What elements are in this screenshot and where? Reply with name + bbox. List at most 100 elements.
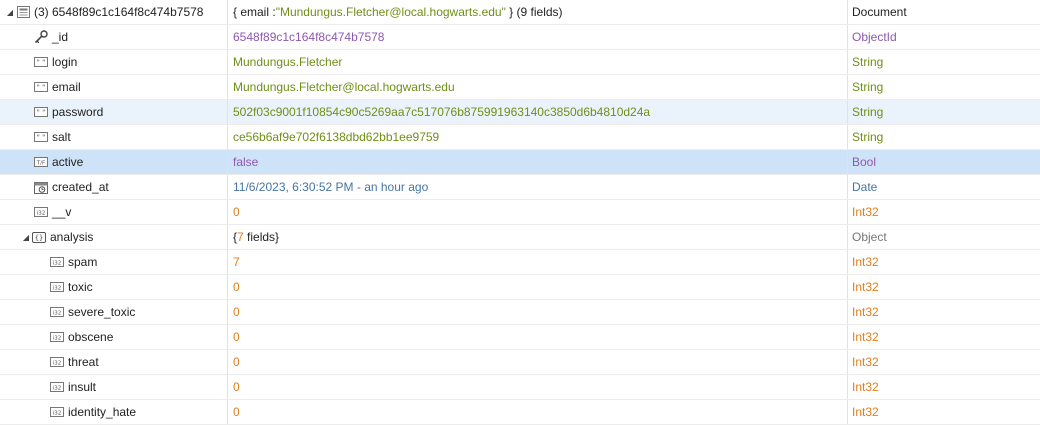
svg-text:" ": " ": [37, 134, 46, 142]
field-row-obscene[interactable]: i32 obscene 0 Int32: [0, 325, 1040, 350]
svg-text:T/F: T/F: [36, 160, 45, 166]
field-row-analysis[interactable]: ◢ {} analysis {7 fields} Object: [0, 225, 1040, 250]
field-value: 0: [233, 305, 240, 319]
field-type: Int32: [852, 305, 879, 319]
field-type: Int32: [852, 280, 879, 294]
int32-icon: i32: [50, 332, 64, 343]
field-key: active: [52, 155, 84, 169]
field-value: 0: [233, 280, 240, 294]
field-type: String: [852, 130, 884, 144]
field-type: Int32: [852, 205, 879, 219]
field-row-threat[interactable]: i32 threat 0 Int32: [0, 350, 1040, 375]
svg-text:i32: i32: [53, 410, 62, 416]
field-key: spam: [68, 255, 98, 269]
field-row-login[interactable]: " " login Mundungus.Fletcher String: [0, 50, 1040, 75]
field-value: 7: [233, 255, 240, 269]
field-type: Object: [852, 230, 887, 244]
field-key: _id: [52, 30, 69, 44]
field-key: email: [52, 80, 81, 94]
field-type: Int32: [852, 380, 879, 394]
svg-text:i32: i32: [37, 210, 46, 216]
field-value: 0: [233, 330, 240, 344]
object-summary-close: fields}: [243, 230, 280, 244]
int32-icon: i32: [50, 307, 64, 318]
field-type: Bool: [852, 155, 877, 169]
document-summary-prefix: { email :: [233, 5, 276, 19]
field-value: 0: [233, 380, 240, 394]
field-type: Int32: [852, 405, 879, 419]
date-icon: [34, 181, 48, 194]
field-type: ObjectId: [852, 30, 897, 44]
svg-text:i32: i32: [53, 335, 62, 341]
field-value: Mundungus.Fletcher@local.hogwarts.edu: [233, 80, 455, 94]
string-icon: " ": [34, 132, 48, 143]
object-icon: {}: [32, 231, 46, 243]
collapse-triangle-icon[interactable]: ◢: [20, 233, 32, 242]
document-summary-suffix: } (9 fields): [505, 5, 563, 19]
field-key: threat: [68, 355, 99, 369]
field-value: 0: [233, 355, 240, 369]
string-icon: " ": [34, 82, 48, 93]
document-key: (3) 6548f89c1c164f8c474b7578: [34, 5, 204, 19]
svg-text:{}: {}: [35, 234, 43, 242]
field-row-v[interactable]: i32 __v 0 Int32: [0, 200, 1040, 225]
document-tree-view: ◢ (3) 6548f89c1c164f8c474b7578 { email :…: [0, 0, 1040, 425]
field-key: login: [52, 55, 78, 69]
field-row-spam[interactable]: i32 spam 7 Int32: [0, 250, 1040, 275]
field-key: insult: [68, 380, 97, 394]
string-icon: " ": [34, 57, 48, 68]
field-type: Int32: [852, 330, 879, 344]
field-key: created_at: [52, 180, 109, 194]
field-row-active[interactable]: T/F active false Bool: [0, 150, 1040, 175]
key-icon: [34, 30, 48, 44]
field-type: Date: [852, 180, 878, 194]
document-row[interactable]: ◢ (3) 6548f89c1c164f8c474b7578 { email :…: [0, 0, 1040, 25]
svg-text:i32: i32: [53, 360, 62, 366]
collapse-triangle-icon[interactable]: ◢: [4, 8, 16, 17]
document-icon: [16, 6, 30, 18]
svg-text:" ": " ": [37, 59, 46, 67]
field-key: analysis: [50, 230, 94, 244]
svg-text:" ": " ": [37, 84, 46, 92]
field-row-identity-hate[interactable]: i32 identity_hate 0 Int32: [0, 400, 1040, 425]
field-value: 502f03c9001f10854c90c5269aa7c517076b8759…: [233, 105, 651, 119]
field-type: String: [852, 80, 884, 94]
int32-icon: i32: [50, 382, 64, 393]
field-value: Mundungus.Fletcher: [233, 55, 343, 69]
field-row-email[interactable]: " " email Mundungus.Fletcher@local.hogwa…: [0, 75, 1040, 100]
field-row-created-at[interactable]: created_at 11/6/2023, 6:30:52 PM - an ho…: [0, 175, 1040, 200]
field-value: 0: [233, 405, 240, 419]
svg-text:i32: i32: [53, 285, 62, 291]
field-value: 0: [233, 205, 240, 219]
field-row-toxic[interactable]: i32 toxic 0 Int32: [0, 275, 1040, 300]
int32-icon: i32: [50, 357, 64, 368]
field-type: Int32: [852, 355, 879, 369]
field-row-password[interactable]: " " password 502f03c9001f10854c90c5269aa…: [0, 100, 1040, 125]
svg-text:i32: i32: [53, 310, 62, 316]
field-row-id[interactable]: _id 6548f89c1c164f8c474b7578 ObjectId: [0, 25, 1040, 50]
document-type: Document: [852, 5, 907, 19]
field-key: __v: [52, 205, 72, 219]
svg-text:i32: i32: [53, 260, 62, 266]
int32-icon: i32: [50, 282, 64, 293]
field-row-insult[interactable]: i32 insult 0 Int32: [0, 375, 1040, 400]
field-key: obscene: [68, 330, 114, 344]
field-type: String: [852, 55, 884, 69]
int32-icon: i32: [50, 407, 64, 418]
field-value: 11/6/2023, 6:30:52 PM - an hour ago: [233, 180, 429, 194]
svg-text:" ": " ": [37, 109, 46, 117]
svg-text:i32: i32: [53, 385, 62, 391]
field-key: severe_toxic: [68, 305, 136, 319]
field-key: password: [52, 105, 104, 119]
field-type: Int32: [852, 255, 879, 269]
field-value: 6548f89c1c164f8c474b7578: [233, 30, 385, 44]
field-key: identity_hate: [68, 405, 137, 419]
field-key: salt: [52, 130, 71, 144]
int32-icon: i32: [34, 207, 48, 218]
document-summary-email: "Mundungus.Fletcher@local.hogwarts.edu": [275, 5, 506, 19]
field-key: toxic: [68, 280, 93, 294]
field-row-salt[interactable]: " " salt ce56b6af9e702f6138dbd62bb1ee975…: [0, 125, 1040, 150]
string-icon: " ": [34, 107, 48, 118]
int32-icon: i32: [50, 257, 64, 268]
field-row-severe-toxic[interactable]: i32 severe_toxic 0 Int32: [0, 300, 1040, 325]
